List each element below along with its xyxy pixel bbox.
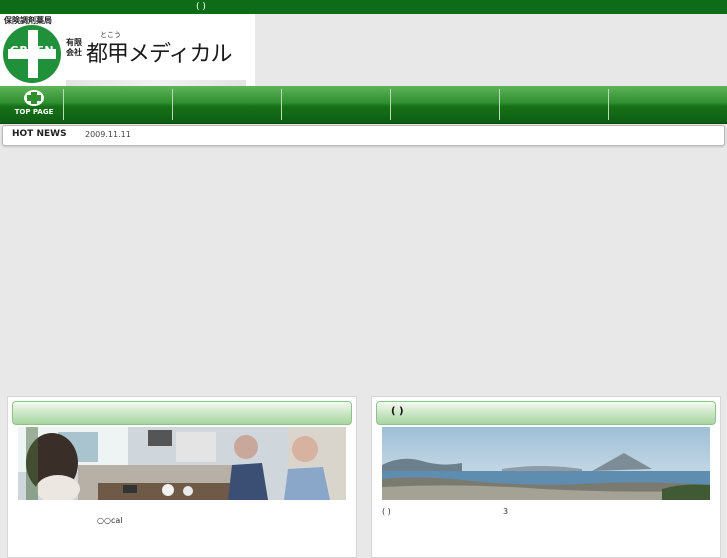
right-panel-header: ( ) [376, 401, 716, 425]
left-panel: ○○cal [7, 396, 357, 558]
right-panel-caption-right: 3 [503, 507, 509, 516]
site-header: 保険調剤薬局 GREEN 有限会社 とこう 都甲メディカル [0, 14, 255, 86]
left-panel-header [12, 401, 352, 425]
company-type: 有限会社 [66, 38, 82, 57]
nav-top-page[interactable]: TOP PAGE [6, 90, 62, 120]
nav-item-2[interactable] [172, 89, 281, 120]
company-name: 都甲メディカル [86, 42, 232, 67]
right-panel: ( ) ( ) 3 [371, 396, 721, 558]
bay-landscape-photo [382, 427, 710, 500]
nav-item-1[interactable] [63, 89, 172, 120]
logo-word: GREEN [9, 44, 55, 57]
hot-news-label: HOT NEWS [12, 129, 67, 139]
right-panel-caption-left: ( ) [382, 507, 391, 516]
top-bar-text: ( ) [196, 2, 206, 12]
nav-item-4[interactable] [390, 89, 499, 120]
hot-news-date[interactable]: 2009.11.11 [85, 130, 131, 139]
nav-item-6[interactable] [608, 89, 727, 120]
nav-item-5[interactable] [499, 89, 608, 120]
nav-item-3[interactable] [281, 89, 390, 120]
top-bar: ( ) [0, 0, 727, 14]
right-panel-title: ( ) [391, 406, 404, 417]
main-nav: TOP PAGE [0, 86, 727, 124]
green-cross-logo-icon[interactable]: GREEN [3, 25, 61, 83]
nav-top-page-label: TOP PAGE [14, 108, 54, 116]
pharmacy-interior-photo [18, 427, 346, 500]
left-panel-caption: ○○cal [97, 516, 123, 525]
home-cross-icon [24, 90, 44, 106]
hot-news-bar: HOT NEWS 2009.11.11 [2, 125, 725, 146]
